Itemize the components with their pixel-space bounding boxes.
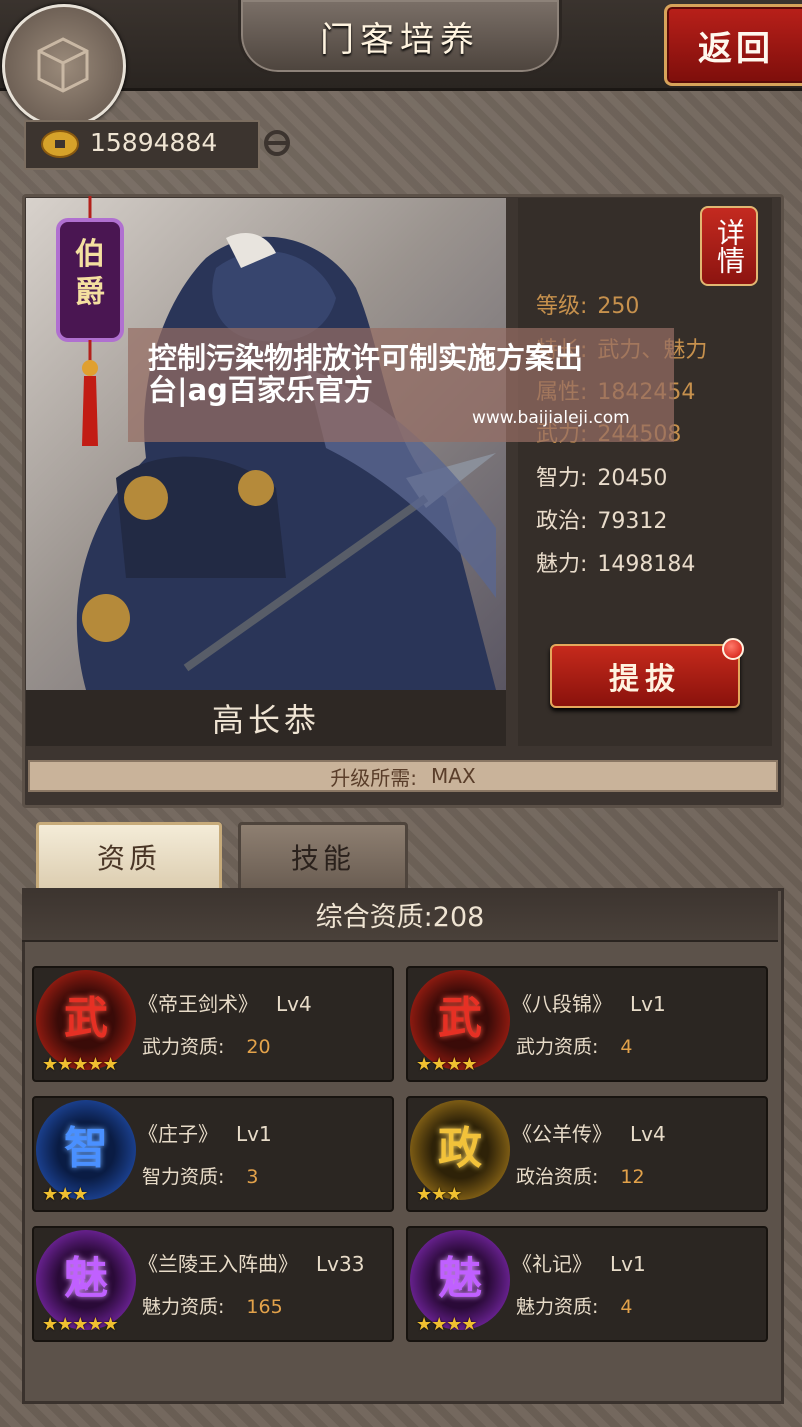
total-aptitude-header: 综合资质:208 xyxy=(22,888,778,942)
tab-skills-label: 技能 xyxy=(290,842,355,875)
rank-tag xyxy=(56,196,124,446)
stat-charm: 魅力: 1498184 xyxy=(536,552,696,577)
upgrade-requirement-bar: 升级所需: MAX xyxy=(28,760,778,792)
skill-title: 《庄子》 Lv1 xyxy=(138,1122,272,1146)
medal-glyph: 魅 xyxy=(64,1253,108,1304)
ornament-knot-icon xyxy=(264,130,290,156)
promote-button[interactable]: 提拔 xyxy=(550,644,740,708)
back-button-label: 返回 xyxy=(698,28,774,69)
tab-aptitude[interactable]: 资质 xyxy=(36,822,222,892)
hero-name: 高长恭 xyxy=(211,701,320,739)
watermark-url: www.baijialeji.com xyxy=(472,408,630,428)
total-aptitude: 综合资质:208 xyxy=(315,901,485,933)
promote-button-label: 提拔 xyxy=(609,662,681,697)
stat-level: 等级: 250 xyxy=(536,294,640,319)
skill-aptitude: 武力资质: 4 xyxy=(516,1036,633,1058)
medal-glyph: 智 xyxy=(64,1123,108,1174)
cube-icon xyxy=(37,37,89,93)
skill-card[interactable]: 魅 ★★★★★ 《兰陵王入阵曲》 Lv33 魅力资质: 165 xyxy=(32,1226,394,1342)
medal-glyph: 魅 xyxy=(438,1253,482,1304)
currency-amount: 15894884 xyxy=(90,128,218,157)
player-avatar[interactable] xyxy=(2,4,126,128)
notification-dot-icon xyxy=(722,638,744,660)
skill-title: 《兰陵王入阵曲》 Lv33 xyxy=(138,1252,365,1276)
star-rating: ★★★★ xyxy=(416,1314,478,1335)
copper-coin-icon xyxy=(41,130,79,158)
skill-card[interactable]: 武 ★★★★★ 《帝王剑术》 Lv4 武力资质: 20 xyxy=(32,966,394,1082)
skill-aptitude: 智力资质: 3 xyxy=(142,1166,259,1188)
medal-glyph: 武 xyxy=(64,993,108,1044)
back-button[interactable]: 返回 xyxy=(664,4,802,86)
medal-glyph: 政 xyxy=(438,1123,482,1174)
skill-aptitude: 武力资质: 20 xyxy=(142,1036,271,1058)
upgrade-label: 升级所需: xyxy=(330,765,418,790)
stat-politics: 政治: 79312 xyxy=(536,509,668,534)
skill-aptitude: 魅力资质: 165 xyxy=(142,1296,283,1318)
watermark-banner: 控制污染物排放许可制实施方案出台|ag百家乐官方 www.baijialeji.… xyxy=(128,328,674,442)
star-rating: ★★★★★ xyxy=(42,1054,119,1075)
star-rating: ★★★★★ xyxy=(42,1314,119,1335)
stat-intelligence: 智力: 20450 xyxy=(536,466,668,491)
details-button[interactable]: 详情 xyxy=(700,206,758,286)
medal-glyph: 武 xyxy=(438,993,482,1044)
star-rating: ★★★ xyxy=(42,1184,88,1205)
hero-name-plate: 高长恭 xyxy=(26,690,506,746)
rank-label: 伯爵 xyxy=(75,237,105,310)
tab-aptitude-label: 资质 xyxy=(96,842,161,875)
details-button-label: 详情 xyxy=(713,218,746,274)
page-title-plate: 门客培养 xyxy=(238,0,562,75)
skill-title: 《公羊传》 Lv4 xyxy=(512,1122,666,1146)
skill-aptitude: 政治资质: 12 xyxy=(516,1166,645,1188)
upgrade-value: MAX xyxy=(431,764,476,788)
skill-aptitude: 魅力资质: 4 xyxy=(516,1296,633,1318)
watermark-text: 控制污染物排放许可制实施方案出台|ag百家乐官方 xyxy=(148,341,584,407)
currency-bar: 15894884 xyxy=(24,120,260,170)
skill-title: 《帝王剑术》 Lv4 xyxy=(138,992,312,1016)
page-title: 门客培养 xyxy=(320,19,480,60)
skill-title: 《八段锦》 Lv1 xyxy=(512,992,666,1016)
skill-card[interactable]: 政 ★★★ 《公羊传》 Lv4 政治资质: 12 xyxy=(406,1096,768,1212)
star-rating: ★★★ xyxy=(416,1184,462,1205)
skill-title: 《礼记》 Lv1 xyxy=(512,1252,646,1276)
star-rating: ★★★★ xyxy=(416,1054,478,1075)
skill-card[interactable]: 武 ★★★★ 《八段锦》 Lv1 武力资质: 4 xyxy=(406,966,768,1082)
skill-card[interactable]: 智 ★★★ 《庄子》 Lv1 智力资质: 3 xyxy=(32,1096,394,1212)
skill-card[interactable]: 魅 ★★★★ 《礼记》 Lv1 魅力资质: 4 xyxy=(406,1226,768,1342)
tab-skills[interactable]: 技能 xyxy=(238,822,408,892)
